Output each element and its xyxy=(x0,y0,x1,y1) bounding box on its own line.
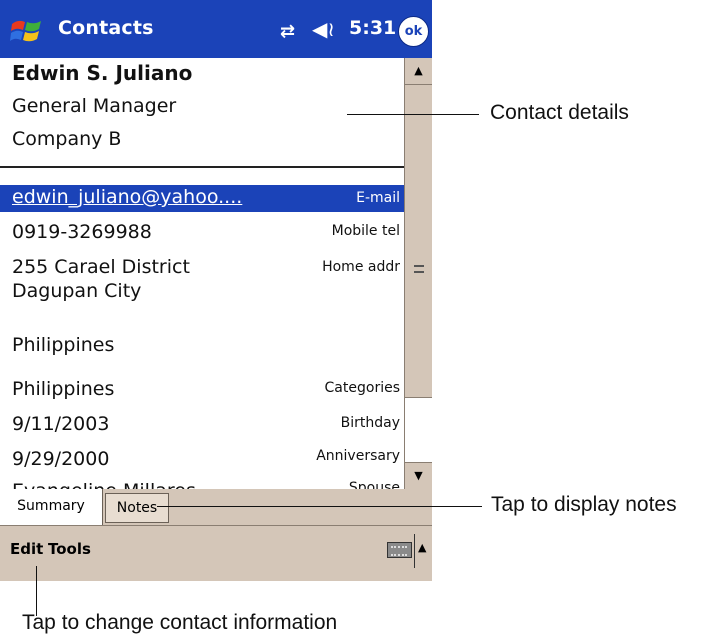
volume-icon[interactable]: ◀︎≀ xyxy=(312,17,335,41)
home-address-line1[interactable]: 255 Carael District xyxy=(12,256,190,278)
callout-display-notes: Tap to display notes xyxy=(491,493,677,516)
callout-line-contact-details xyxy=(347,114,479,115)
mobile-phone-value[interactable]: 0919-3269988 xyxy=(12,221,152,243)
callout-line-notes xyxy=(157,506,482,507)
menu-bar: Edit Tools ▲ xyxy=(0,525,432,581)
vertical-scrollbar[interactable]: ▲ ▼ xyxy=(404,58,432,489)
email-row[interactable]: edwin_juliano@yahoo.... E-mail xyxy=(0,185,404,212)
app-title: Contacts xyxy=(58,17,154,39)
clock[interactable]: 5:31 xyxy=(349,17,396,39)
callout-change-info: Tap to change contact information xyxy=(22,611,338,634)
callout-contact-details: Contact details xyxy=(490,101,629,124)
callout-line-edit xyxy=(36,566,37,616)
keyboard-icon[interactable] xyxy=(387,542,412,558)
tab-summary[interactable]: Summary xyxy=(0,489,103,525)
spouse-value[interactable]: Evangeline Millares xyxy=(12,480,196,489)
contact-name[interactable]: Edwin S. Juliano xyxy=(12,61,192,85)
ok-button[interactable]: ok xyxy=(398,16,429,47)
menu-tools[interactable]: Tools xyxy=(48,540,91,558)
email-label: E-mail xyxy=(356,190,400,206)
categories-label: Categories xyxy=(324,380,400,396)
contact-job-title[interactable]: General Manager xyxy=(12,95,176,117)
home-address-country[interactable]: Philippines xyxy=(12,334,114,356)
contact-company[interactable]: Company B xyxy=(12,128,121,150)
contact-summary: Edwin S. Juliano General Manager Company… xyxy=(0,58,404,489)
home-address-line2[interactable]: Dagupan City xyxy=(12,280,141,302)
scroll-up-icon[interactable]: ▲ xyxy=(405,58,432,85)
mobile-phone-label: Mobile tel xyxy=(331,223,400,239)
tab-bar: Summary Notes xyxy=(0,489,432,525)
email-link[interactable]: edwin_juliano@yahoo.... xyxy=(12,186,242,208)
categories-value[interactable]: Philippines xyxy=(12,378,114,400)
anniversary-label: Anniversary xyxy=(316,448,400,464)
sip-divider xyxy=(414,534,415,568)
input-selector-arrow-icon[interactable]: ▲ xyxy=(418,541,426,554)
grip-icon xyxy=(414,265,424,273)
birthday-label: Birthday xyxy=(340,415,400,431)
anniversary-value[interactable]: 9/29/2000 xyxy=(12,448,109,470)
menu-edit[interactable]: Edit xyxy=(10,540,43,558)
scroll-down-icon[interactable]: ▼ xyxy=(405,462,432,489)
section-divider xyxy=(0,166,404,168)
sync-icon[interactable]: ⇄ xyxy=(280,21,295,42)
birthday-value[interactable]: 9/11/2003 xyxy=(12,413,109,435)
spouse-label: Spouse xyxy=(348,480,400,489)
scroll-track[interactable] xyxy=(405,398,432,463)
pocket-pc-screen: Contacts ⇄ ◀︎≀ 5:31 ok Edwin S. Juliano … xyxy=(0,0,432,581)
home-address-label: Home addr xyxy=(322,259,400,275)
scroll-thumb[interactable] xyxy=(405,84,432,398)
tab-notes[interactable]: Notes xyxy=(105,493,169,523)
title-bar: Contacts ⇄ ◀︎≀ 5:31 ok xyxy=(0,0,432,58)
windows-start-icon[interactable] xyxy=(10,16,44,46)
